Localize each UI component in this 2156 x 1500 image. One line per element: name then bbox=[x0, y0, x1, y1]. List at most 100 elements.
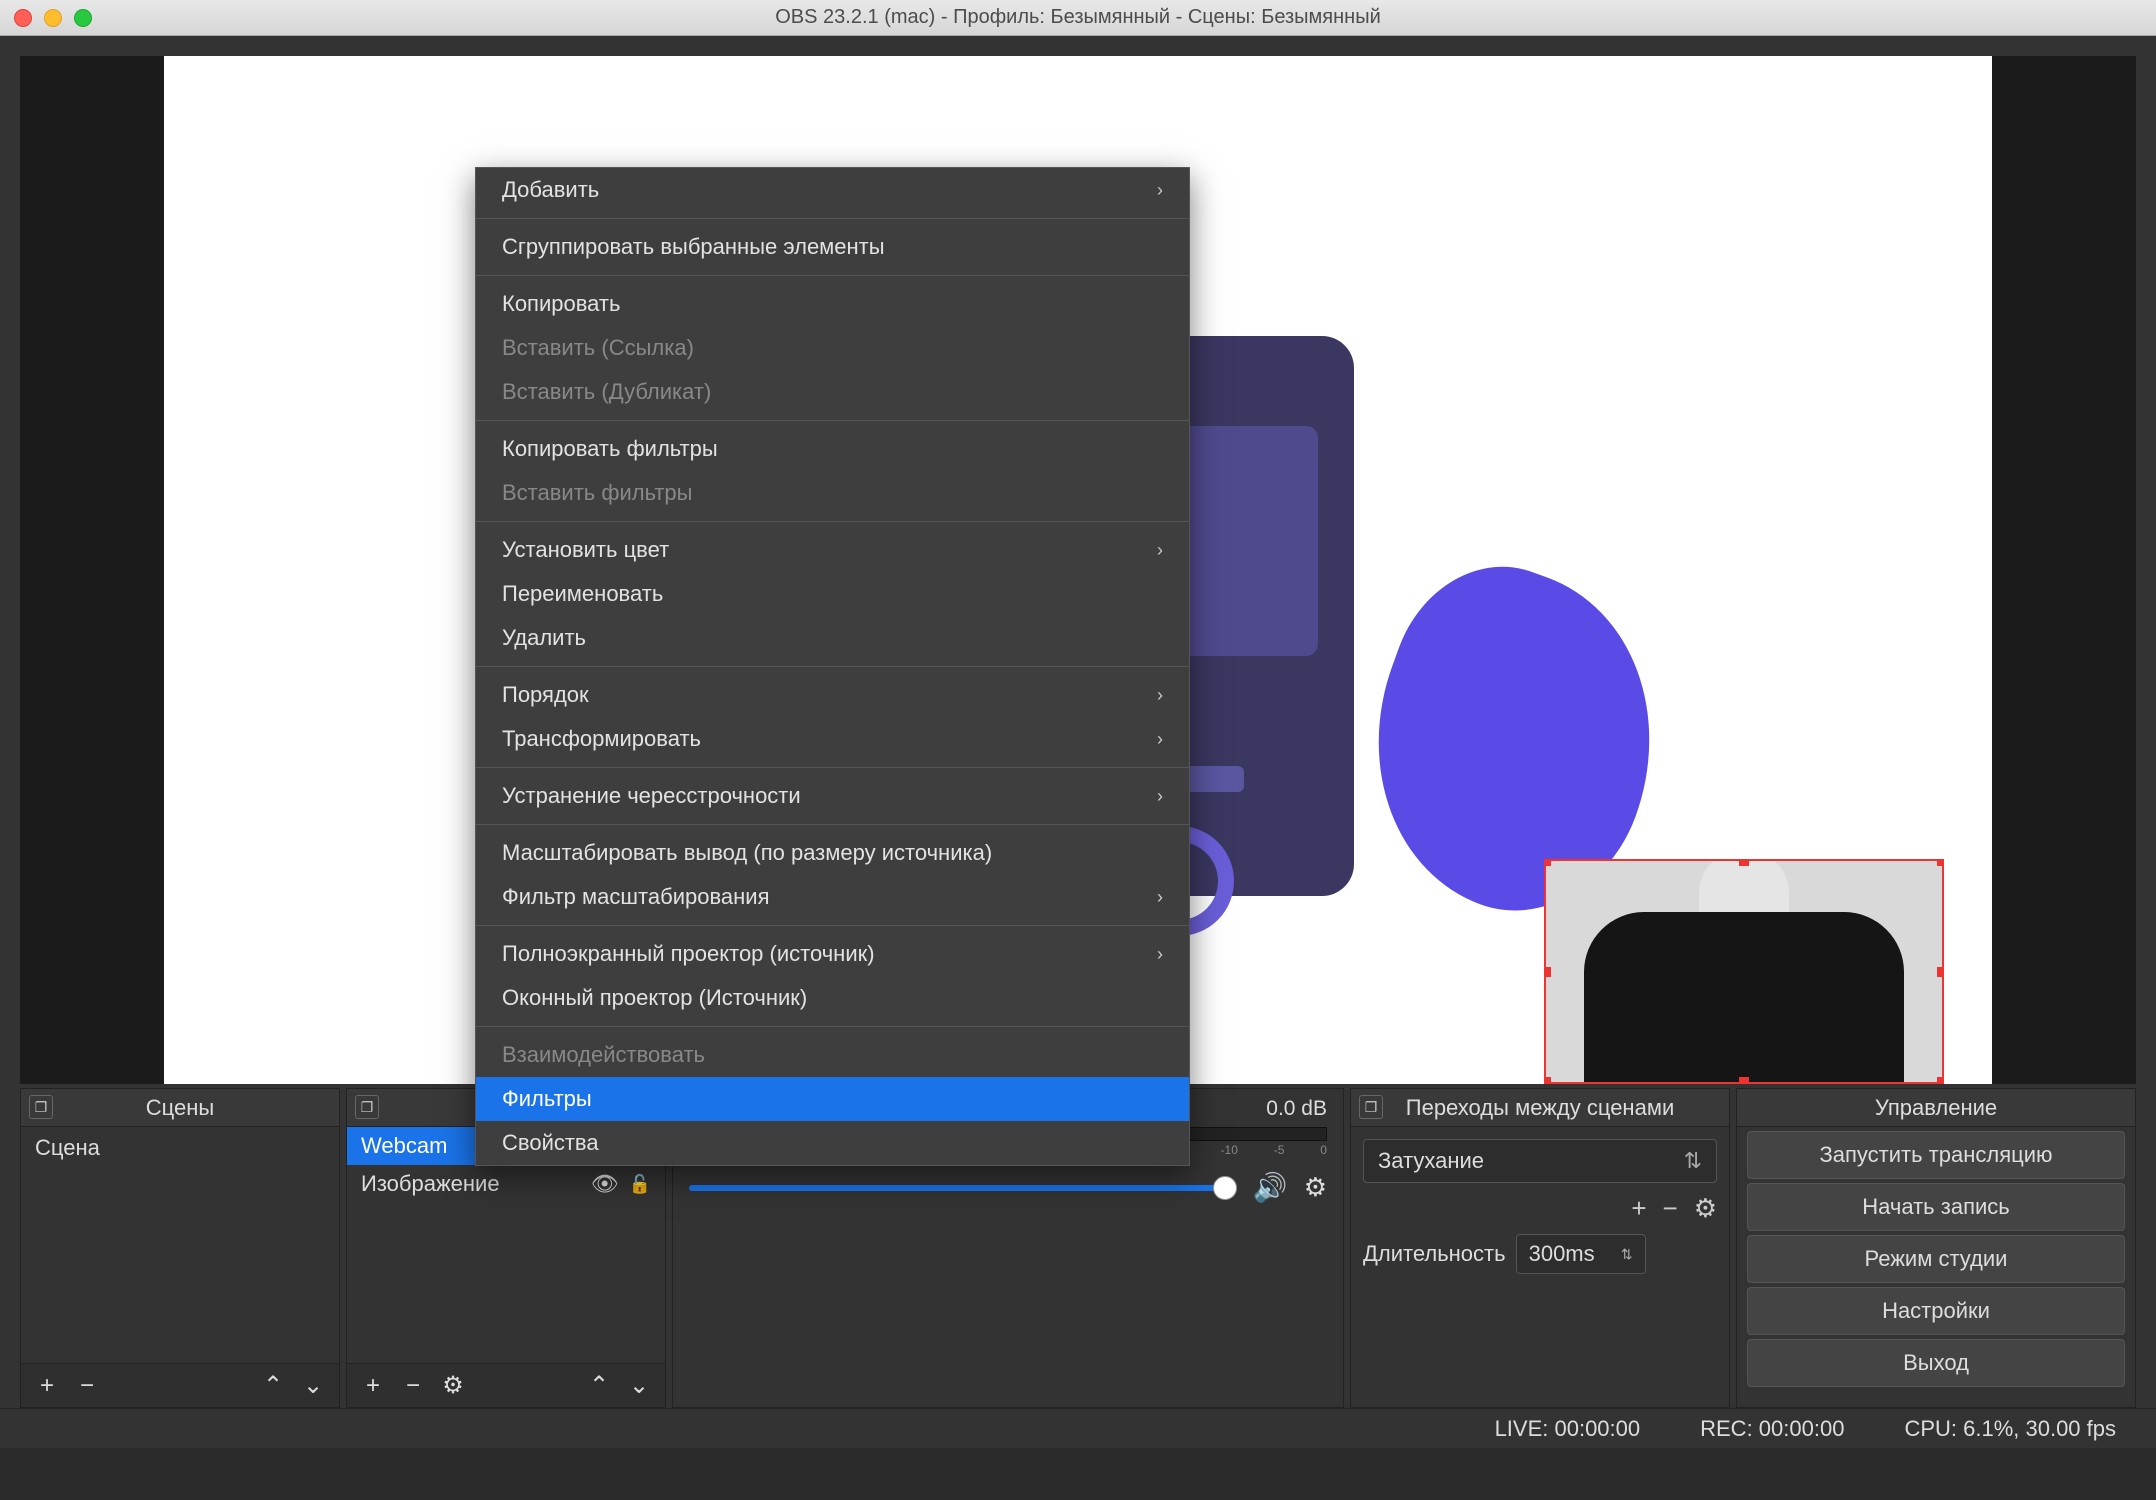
gear-icon[interactable]: ⚙ bbox=[435, 1370, 471, 1402]
menu-item-label: Порядок bbox=[502, 682, 589, 708]
menu-item-label: Оконный проектор (Источник) bbox=[502, 985, 807, 1011]
control-button[interactable]: Начать запись bbox=[1747, 1183, 2125, 1231]
mixer-level: 0.0 dB bbox=[1266, 1097, 1327, 1121]
transitions-dock: ❐ Переходы между сценами Затухание ⇅ + −… bbox=[1350, 1088, 1730, 1408]
move-down-icon[interactable]: ⌄ bbox=[295, 1370, 331, 1402]
resize-handle[interactable] bbox=[1937, 1077, 1944, 1084]
control-button[interactable]: Режим студии bbox=[1747, 1235, 2125, 1283]
duration-input[interactable]: 300ms ⇅ bbox=[1516, 1234, 1646, 1274]
resize-handle[interactable] bbox=[1739, 859, 1749, 866]
menu-item-label: Фильтр масштабирования bbox=[502, 884, 769, 910]
move-down-icon[interactable]: ⌄ bbox=[621, 1370, 657, 1402]
transitions-title: Переходы между сценами bbox=[1406, 1095, 1674, 1121]
lock-icon[interactable]: 🔓 bbox=[629, 1174, 651, 1195]
menu-item-label: Копировать bbox=[502, 291, 620, 317]
context-menu-item[interactable]: Фильтр масштабирования› bbox=[476, 875, 1189, 919]
context-menu: Добавить › Сгруппировать выбранные элемент… bbox=[475, 167, 1190, 1166]
controls-dock: Управление Запустить трансляциюНачать за… bbox=[1736, 1088, 2136, 1408]
scene-row[interactable]: Сцена bbox=[21, 1127, 339, 1169]
popout-icon[interactable]: ❐ bbox=[355, 1095, 379, 1119]
source-name: Webcam bbox=[361, 1133, 447, 1159]
gear-icon[interactable]: ⚙ bbox=[1304, 1172, 1327, 1203]
controls-title: Управление bbox=[1875, 1095, 1997, 1121]
statusbar: LIVE: 00:00:00 REC: 00:00:00 CPU: 6.1%, … bbox=[0, 1408, 2156, 1448]
menu-item-label: Полноэкранный проектор (источник) bbox=[502, 941, 875, 967]
context-menu-item[interactable]: Фильтры bbox=[476, 1077, 1189, 1121]
control-button[interactable]: Выход bbox=[1747, 1339, 2125, 1387]
speaker-icon[interactable]: 🔊 bbox=[1253, 1171, 1288, 1204]
context-menu-item[interactable]: Оконный проектор (Источник) bbox=[476, 976, 1189, 1020]
context-menu-item[interactable]: Полноэкранный проектор (источник) › bbox=[476, 932, 1189, 976]
source-name: Изображение bbox=[361, 1171, 500, 1197]
control-button[interactable]: Запустить трансляцию bbox=[1747, 1131, 2125, 1179]
chevron-right-icon: › bbox=[1157, 685, 1163, 706]
window-title: OBS 23.2.1 (mac) - Профиль: Безымянный -… bbox=[0, 6, 2156, 29]
resize-handle[interactable] bbox=[1937, 859, 1944, 866]
menu-item-label: Удалить bbox=[502, 625, 586, 651]
visibility-icon[interactable]: 👁 bbox=[591, 1171, 619, 1197]
duration-value: 300ms bbox=[1529, 1241, 1595, 1267]
move-up-icon[interactable]: ⌃ bbox=[581, 1370, 617, 1402]
context-menu-item[interactable]: Переименовать bbox=[476, 572, 1189, 616]
menu-item-label: Вставить фильтры bbox=[502, 480, 692, 506]
context-menu-item[interactable]: Добавить › bbox=[476, 168, 1189, 212]
context-menu-item[interactable]: Копировать фильтры bbox=[476, 427, 1189, 471]
menu-item-label: Вставить (Дубликат) bbox=[502, 379, 711, 405]
menu-item-label: Переименовать bbox=[502, 581, 663, 607]
context-menu-item: Вставить фильтры bbox=[476, 471, 1189, 515]
resize-handle[interactable] bbox=[1544, 1077, 1551, 1084]
maximize-icon[interactable] bbox=[74, 9, 92, 27]
context-menu-item[interactable]: Копировать bbox=[476, 282, 1189, 326]
context-menu-item[interactable]: Устранение чересстрочности› bbox=[476, 774, 1189, 818]
add-icon[interactable]: + bbox=[29, 1370, 65, 1402]
resize-handle[interactable] bbox=[1544, 967, 1551, 977]
popout-icon[interactable]: ❐ bbox=[1359, 1095, 1383, 1119]
menu-item-label: Сгруппировать выбранные элементы bbox=[502, 234, 885, 260]
chevron-right-icon: › bbox=[1157, 180, 1163, 201]
volume-slider[interactable] bbox=[689, 1185, 1237, 1191]
remove-icon[interactable]: − bbox=[1663, 1193, 1678, 1224]
chevron-right-icon: › bbox=[1157, 729, 1163, 750]
status-live: LIVE: 00:00:00 bbox=[1495, 1416, 1641, 1442]
context-menu-item[interactable]: Свойства bbox=[476, 1121, 1189, 1165]
status-cpu: CPU: 6.1%, 30.00 fps bbox=[1904, 1416, 2116, 1442]
menu-item-label: Устранение чересстрочности bbox=[502, 783, 801, 809]
control-button[interactable]: Настройки bbox=[1747, 1287, 2125, 1335]
titlebar: OBS 23.2.1 (mac) - Профиль: Безымянный -… bbox=[0, 0, 2156, 36]
add-icon[interactable]: + bbox=[355, 1370, 391, 1402]
resize-handle[interactable] bbox=[1544, 859, 1551, 866]
context-menu-item[interactable]: Порядок › bbox=[476, 673, 1189, 717]
minimize-icon[interactable] bbox=[44, 9, 62, 27]
context-menu-item[interactable]: Сгруппировать выбранные элементы bbox=[476, 225, 1189, 269]
context-menu-item: Вставить (Ссылка) bbox=[476, 326, 1189, 370]
gear-icon[interactable]: ⚙ bbox=[1694, 1193, 1717, 1224]
chevron-right-icon: › bbox=[1157, 944, 1163, 965]
stepper-icon[interactable]: ⇅ bbox=[1621, 1246, 1633, 1263]
add-icon[interactable]: + bbox=[1631, 1193, 1646, 1224]
menu-item-label: Добавить bbox=[502, 177, 599, 203]
menu-item-label: Свойства bbox=[502, 1130, 599, 1156]
close-icon[interactable] bbox=[14, 9, 32, 27]
context-menu-item[interactable]: Трансформировать› bbox=[476, 717, 1189, 761]
menu-item-label: Фильтры bbox=[502, 1086, 592, 1112]
resize-handle[interactable] bbox=[1739, 1077, 1749, 1084]
transition-selected: Затухание bbox=[1378, 1148, 1484, 1174]
duration-label: Длительность bbox=[1363, 1241, 1506, 1267]
context-menu-item[interactable]: Масштабировать вывод (по размеру источни… bbox=[476, 831, 1189, 875]
context-menu-item: Вставить (Дубликат) bbox=[476, 370, 1189, 414]
menu-item-label: Вставить (Ссылка) bbox=[502, 335, 694, 361]
scenes-dock: ❐ Сцены Сцена + − ⌃ ⌄ bbox=[20, 1088, 340, 1408]
popout-icon[interactable]: ❐ bbox=[29, 1095, 53, 1119]
menu-item-label: Взаимодействовать bbox=[502, 1042, 705, 1068]
move-up-icon[interactable]: ⌃ bbox=[255, 1370, 291, 1402]
remove-icon[interactable]: − bbox=[69, 1370, 105, 1402]
menu-item-label: Масштабировать вывод (по размеру источни… bbox=[502, 840, 992, 866]
slider-thumb[interactable] bbox=[1213, 1176, 1237, 1200]
source-row[interactable]: Изображение 👁 🔓 bbox=[347, 1165, 665, 1203]
webcam-source-bounds[interactable]: Make today Amazing bbox=[1544, 859, 1944, 1084]
transition-select[interactable]: Затухание ⇅ bbox=[1363, 1139, 1717, 1183]
remove-icon[interactable]: − bbox=[395, 1370, 431, 1402]
context-menu-item[interactable]: Установить цвет› bbox=[476, 528, 1189, 572]
context-menu-item[interactable]: Удалить bbox=[476, 616, 1189, 660]
resize-handle[interactable] bbox=[1937, 967, 1944, 977]
